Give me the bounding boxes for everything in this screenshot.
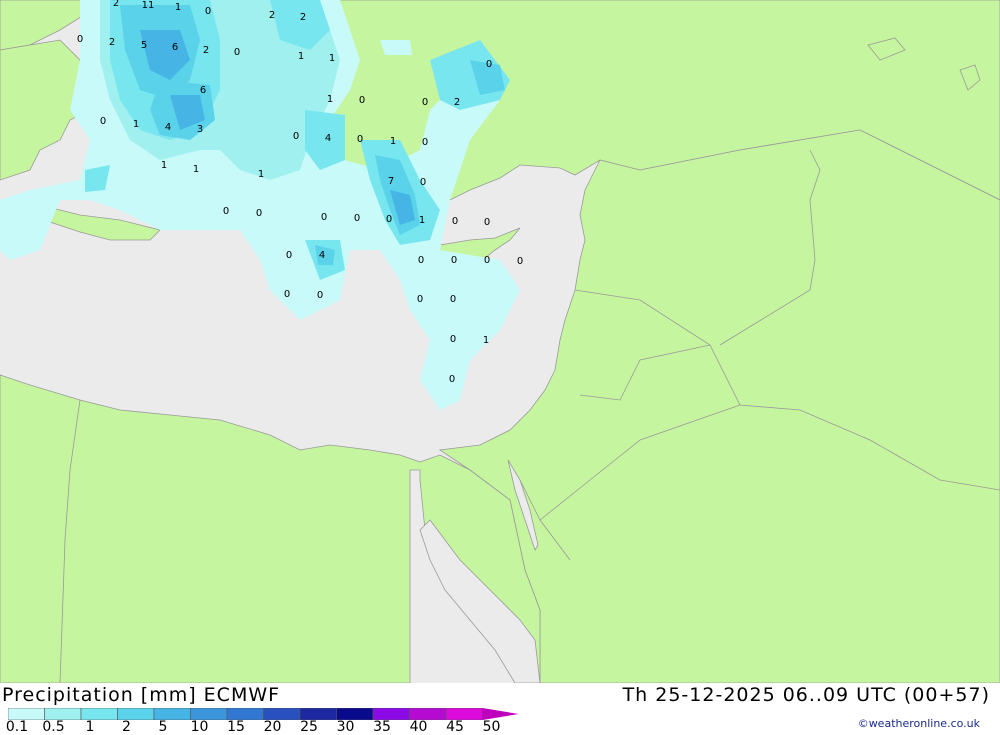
- value-label: 1: [483, 335, 489, 346]
- value-label: 1: [133, 119, 139, 130]
- value-label: 0: [484, 217, 490, 228]
- value-label: 0: [256, 208, 262, 219]
- value-label: 0: [205, 6, 211, 17]
- credit-link[interactable]: ©weatheronline.co.uk: [858, 717, 980, 730]
- value-label: 0: [293, 131, 299, 142]
- value-label: 1: [419, 215, 425, 226]
- value-label: 0: [286, 250, 292, 261]
- valid-time: Th 25-12-2025 06..09 UTC (00+57): [622, 684, 990, 706]
- value-label: 4: [325, 133, 331, 144]
- value-label: 0: [223, 206, 229, 217]
- value-label: 2: [203, 45, 209, 56]
- value-label: 0: [357, 134, 363, 145]
- value-label: 0: [450, 294, 456, 305]
- footer: Precipitation [mm] ECMWF Th 25-12-2025 0…: [0, 683, 1000, 735]
- value-label: 0: [321, 212, 327, 223]
- value-label: 0: [418, 255, 424, 266]
- value-label: 1: [329, 53, 335, 64]
- value-label: 0: [417, 294, 423, 305]
- value-label: 0: [450, 334, 456, 345]
- value-label: 1: [175, 2, 181, 13]
- value-label: 0: [386, 214, 392, 225]
- value-label: 0: [452, 216, 458, 227]
- precipitation-map: 2 11 1 0 2 2 0 2 5 6 2 0 1 1 0 6 1 0 0 2…: [0, 0, 1000, 683]
- value-label: 7: [388, 176, 394, 187]
- value-label: 0: [422, 137, 428, 148]
- value-label: 1: [161, 160, 167, 171]
- value-label: 0: [517, 256, 523, 267]
- value-label: 1: [390, 136, 396, 147]
- value-label: 0: [354, 213, 360, 224]
- value-label: 3: [197, 124, 203, 135]
- value-label: 1: [327, 94, 333, 105]
- value-label: 0: [317, 290, 323, 301]
- product-title: Precipitation [mm] ECMWF: [2, 684, 281, 706]
- value-label: 0: [359, 95, 365, 106]
- value-label: 0: [486, 59, 492, 70]
- value-label: 1: [258, 169, 264, 180]
- value-label: 0: [451, 255, 457, 266]
- value-label: 2: [109, 37, 115, 48]
- value-label: 1: [298, 51, 304, 62]
- value-label: 6: [200, 85, 206, 96]
- value-label: 0: [449, 374, 455, 385]
- value-label: 0: [422, 97, 428, 108]
- value-label: 0: [77, 34, 83, 45]
- value-label: 0: [284, 289, 290, 300]
- value-label: 1: [193, 164, 199, 175]
- value-label: 2: [300, 12, 306, 23]
- value-label: 4: [165, 122, 171, 133]
- value-label: 0: [234, 47, 240, 58]
- value-label: 4: [319, 250, 325, 261]
- value-label: 0: [484, 255, 490, 266]
- value-label: 2: [454, 97, 460, 108]
- value-label: 0: [100, 116, 106, 127]
- value-label: 0: [420, 177, 426, 188]
- value-label: 6: [172, 42, 178, 53]
- value-label: 2: [269, 10, 275, 21]
- value-label: 11: [142, 0, 155, 11]
- value-label: 5: [141, 40, 147, 51]
- value-label: 2: [113, 0, 119, 9]
